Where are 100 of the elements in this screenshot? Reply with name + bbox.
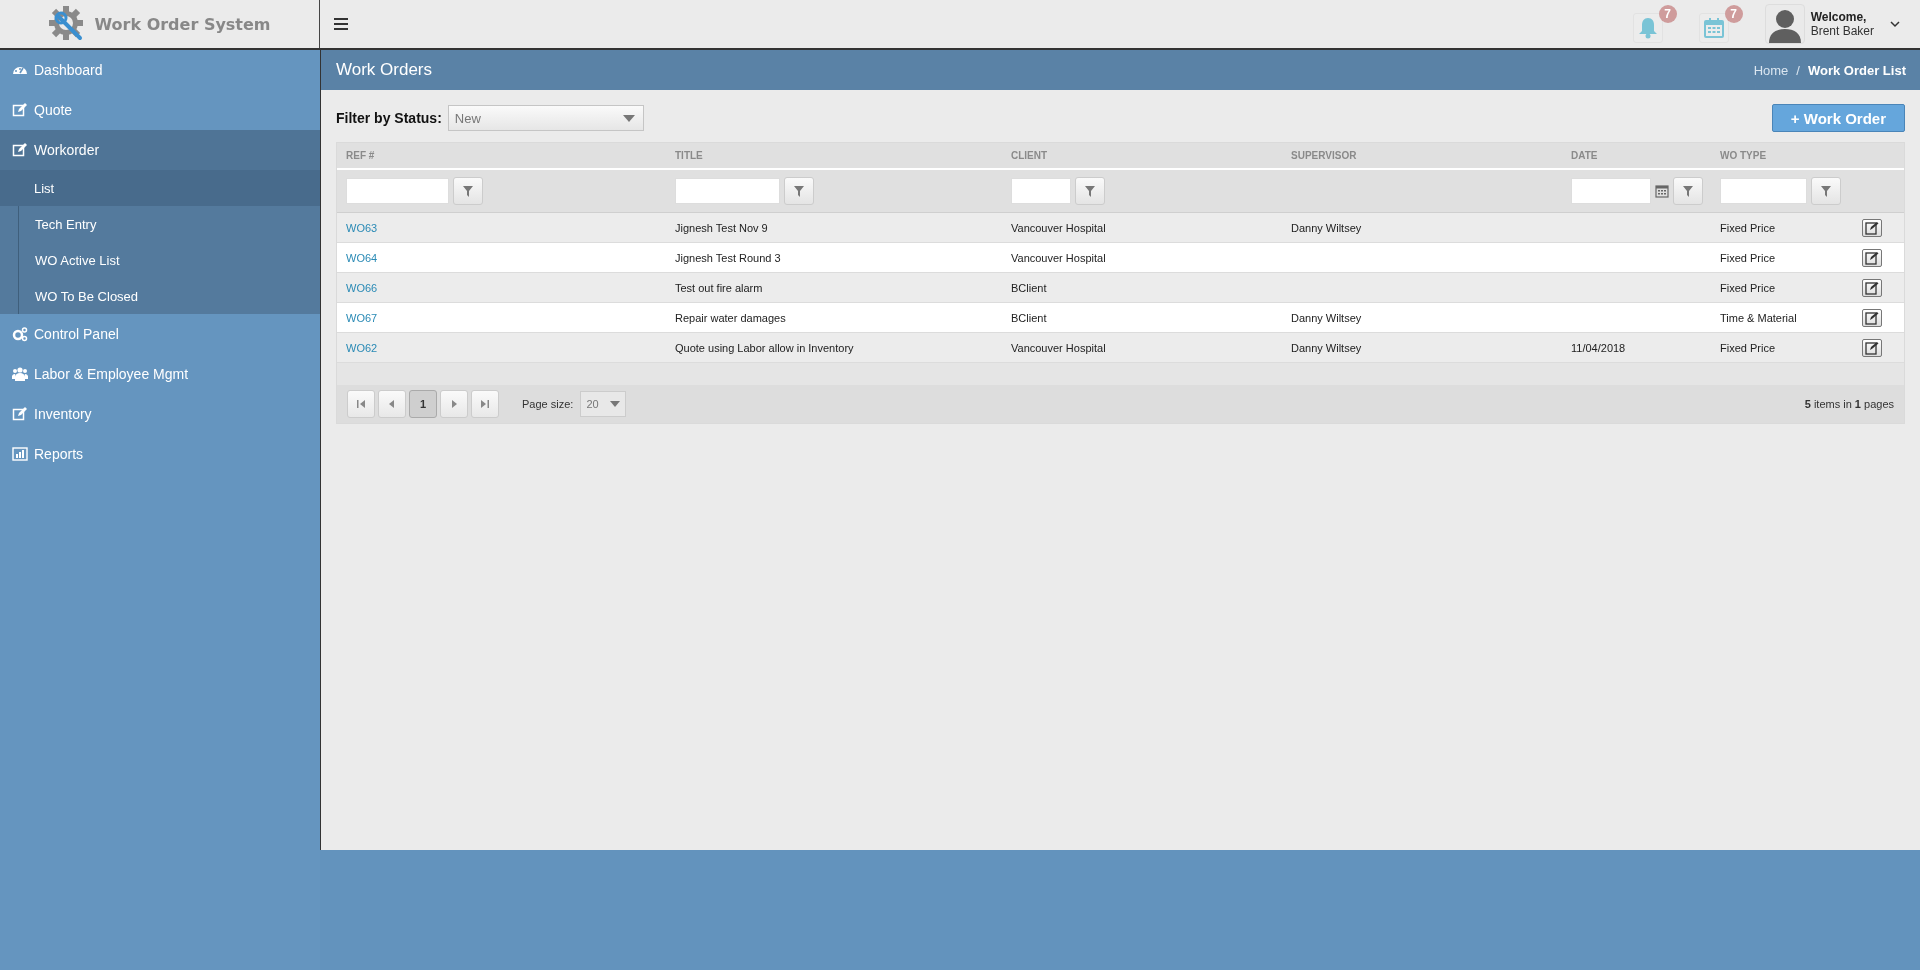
filter-button[interactable] (1075, 177, 1105, 205)
users-icon (12, 366, 28, 382)
user-name[interactable]: Brent Baker (1810, 24, 1874, 38)
filter-input[interactable] (346, 178, 449, 204)
table-cell: Fixed Price (1720, 281, 1776, 294)
edit-button[interactable] (1862, 308, 1882, 327)
first-page-icon (356, 399, 366, 409)
table-cell: Danny Wiltsey (1291, 311, 1362, 324)
edit-icon (1865, 310, 1879, 325)
work-order-link[interactable]: WO66 (346, 281, 378, 294)
next-page-icon (449, 399, 459, 409)
edit-icon (1865, 250, 1879, 265)
table-cell: Danny Wiltsey (1291, 341, 1362, 354)
edit-button[interactable] (1862, 338, 1882, 357)
filter-input[interactable] (675, 178, 780, 204)
filter-input[interactable] (1720, 178, 1807, 204)
column-header: WO TYPE (1719, 149, 1768, 163)
work-order-link[interactable]: WO63 (346, 221, 378, 234)
previous-page-icon (387, 399, 397, 409)
table-cell: Time & Material (1720, 311, 1797, 324)
edit-icon (1865, 220, 1879, 235)
table-cell: 11/04/2018 (1571, 341, 1626, 354)
filter-button[interactable] (784, 177, 814, 205)
first-page-button[interactable] (347, 390, 375, 418)
column-header: DATE (1570, 149, 1599, 163)
edit-button[interactable] (1862, 278, 1882, 297)
work-order-link[interactable]: WO64 (346, 251, 378, 264)
work-order-link[interactable]: WO62 (346, 341, 378, 354)
edit-icon (1865, 280, 1879, 295)
edit-icon (12, 142, 28, 158)
chart-icon (12, 446, 28, 462)
table-cell: Fixed Price (1720, 341, 1776, 354)
column-header: CLIENT (1010, 149, 1049, 163)
table-cell: Fixed Price (1720, 251, 1776, 264)
new-work-order-button[interactable]: + Work Order (1771, 104, 1905, 132)
funnel-icon (794, 185, 804, 197)
welcome-text: Welcome, (1810, 10, 1868, 24)
page-title: Work Orders (336, 60, 433, 80)
sidebar-item[interactable]: Quote (0, 90, 320, 130)
table-cell: Quote using Labor allow in Inventory (675, 341, 854, 354)
column-header: REF # (345, 149, 376, 163)
column-header: SUPERVISOR (1290, 149, 1358, 163)
funnel-icon (463, 185, 473, 197)
sidebar-item[interactable]: Dashboard (0, 50, 320, 90)
table-cell: Vancouver Hospital (1011, 251, 1106, 264)
last-page-button[interactable] (471, 390, 499, 418)
table-cell: Test out fire alarm (675, 281, 763, 294)
work-order-link[interactable]: WO67 (346, 311, 378, 324)
chevron-down-icon[interactable] (1890, 20, 1900, 28)
count-badge: 7 (1658, 5, 1677, 23)
funnel-icon (1821, 185, 1831, 197)
breadcrumb-link[interactable]: Home (1753, 62, 1789, 78)
app-title: Work Order System (94, 14, 271, 34)
pager-summary: 5 items in 1 pages (1804, 398, 1894, 410)
table-cell: BClient (1011, 311, 1047, 324)
sidebar-item[interactable]: Workorder (0, 130, 320, 170)
table-cell: Jignesh Test Round 3 (675, 251, 781, 264)
calendar-icon (1703, 18, 1724, 38)
sidebar-item[interactable]: Inventory (0, 394, 320, 434)
table-cell: Repair water damages (675, 311, 786, 324)
page-size-label: Page size: (522, 398, 574, 410)
count-badge: 7 (1724, 5, 1743, 23)
edit-button[interactable] (1862, 248, 1882, 267)
table-cell: Fixed Price (1720, 221, 1776, 234)
calendar-icon[interactable] (1655, 184, 1669, 198)
caret-down-icon (622, 114, 635, 122)
sidebar-item[interactable]: Labor & Employee Mgmt (0, 354, 320, 394)
breadcrumb-link[interactable]: Work Order List (1808, 62, 1906, 78)
page-number-button[interactable]: 1 (409, 390, 437, 418)
menu-icon[interactable] (334, 18, 348, 30)
bell-icon (1637, 17, 1658, 39)
next-page-button[interactable] (440, 390, 468, 418)
table-cell: BClient (1011, 281, 1047, 294)
table-cell: Danny Wiltsey (1291, 221, 1362, 234)
filter-label: Filter by Status: (336, 110, 442, 126)
edit-icon (1865, 340, 1879, 355)
breadcrumb-separator: / (1796, 62, 1800, 78)
filter-button[interactable] (453, 177, 483, 205)
table-cell: Jignesh Test Nov 9 (675, 221, 768, 234)
edit-button[interactable] (1862, 218, 1882, 237)
sidebar-item[interactable]: Reports (0, 434, 320, 474)
page-size-dropdown[interactable]: 20 (580, 391, 627, 417)
edit-icon (12, 102, 28, 118)
previous-page-button[interactable] (378, 390, 406, 418)
table-cell: Vancouver Hospital (1011, 341, 1106, 354)
funnel-icon (1085, 185, 1095, 197)
date-input[interactable] (1571, 178, 1651, 204)
edit-icon (12, 406, 28, 422)
caret-down-icon (610, 401, 621, 407)
filter-input[interactable] (1011, 178, 1071, 204)
gears-icon (12, 326, 28, 342)
submenu-item[interactable]: List (0, 170, 320, 206)
table-cell: Vancouver Hospital (1011, 221, 1106, 234)
column-header: TITLE (674, 149, 704, 163)
filter-button[interactable] (1673, 177, 1703, 205)
status-dropdown[interactable]: New (447, 105, 644, 131)
funnel-icon (1683, 185, 1693, 197)
last-page-icon (480, 399, 490, 409)
filter-button[interactable] (1811, 177, 1841, 205)
sidebar-item[interactable]: Control Panel (0, 314, 320, 354)
